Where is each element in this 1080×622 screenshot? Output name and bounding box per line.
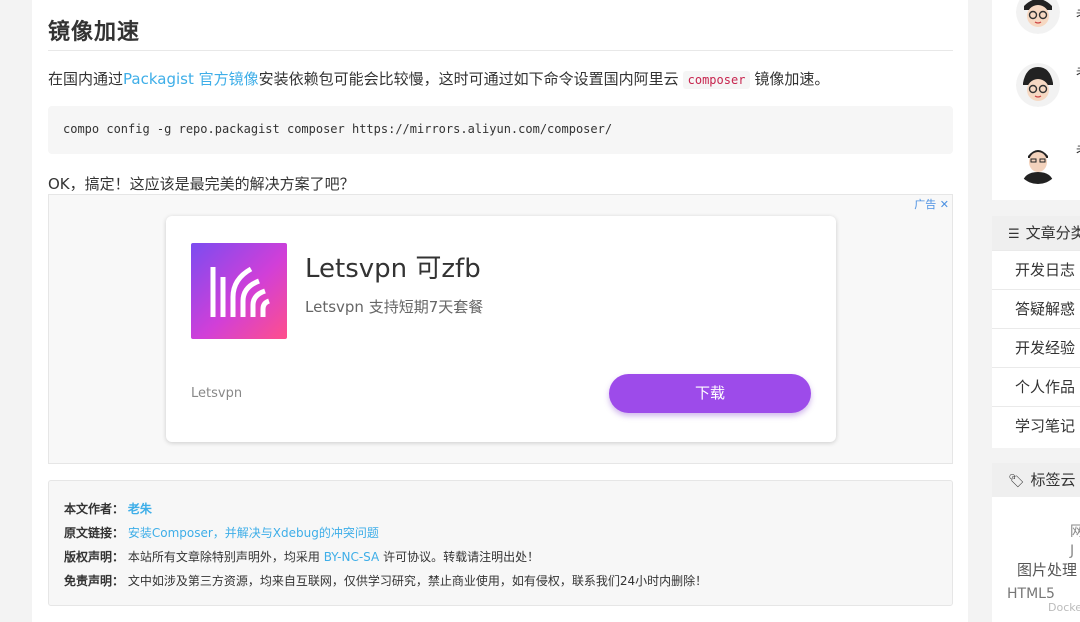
code-block: compo config -g repo.packagist composer … <box>48 106 953 154</box>
category-item[interactable]: 个人作品 <box>992 367 1080 406</box>
copyright-label: 版权声明： <box>64 550 125 564</box>
tag-item[interactable]: 图片处理 <box>1017 559 1077 580</box>
user-name: 老 <box>1076 62 1080 81</box>
list-icon: ☰ <box>1008 227 1020 242</box>
ad-label[interactable]: 广告 ✕ <box>914 196 949 212</box>
source-link-label: 原文链接： <box>64 526 125 540</box>
user-name: 老 <box>1076 4 1080 23</box>
source-link[interactable]: 安装Composer，并解决与Xdebug的冲突问题 <box>128 526 379 540</box>
ad-tag-text: 广告 <box>914 198 937 211</box>
author-label: 本文作者： <box>64 502 125 516</box>
categories-card: ☰ 文章分类 开发日志 答疑解惑 开发经验 个人作品 学习笔记 <box>992 216 1080 448</box>
avatar[interactable] <box>1016 140 1060 184</box>
tag-item[interactable]: J <box>1070 543 1074 559</box>
ad-title: Letsvpn 可zfb <box>305 254 481 284</box>
inline-code: composer <box>682 71 751 89</box>
section-heading: 镜像加速 <box>48 20 141 45</box>
code-line: compo config -g repo.packagist composer … <box>63 122 613 136</box>
intro-text-middle: 安装依赖包可能会比较慢，这时可通过如下命令设置国内阿里云 <box>258 70 679 88</box>
ad-card[interactable]: Letsvpn 可zfb Letsvpn 支持短期7天套餐 Letsvpn 下载 <box>166 216 836 442</box>
heading-divider <box>48 50 953 51</box>
letsvpn-logo-icon <box>191 243 287 339</box>
author-row: 本文作者： 老朱 <box>64 500 152 517</box>
category-item[interactable]: 学习笔记 <box>992 406 1080 445</box>
disclaimer-row: 免责声明： 文中如涉及第三方资源，均来自互联网，仅供学习研究，禁止商业使用，如有… <box>64 572 707 589</box>
tag-item[interactable]: Docker <box>1048 601 1080 614</box>
avatar[interactable] <box>1016 0 1060 34</box>
category-item[interactable]: 开发日志 <box>992 250 1080 289</box>
tag-item[interactable]: HTML5 <box>1007 586 1055 602</box>
copyright-text-before: 本站所有文章除特别声明外，均采用 <box>127 550 320 564</box>
ad-subtitle: Letsvpn 支持短期7天套餐 <box>305 298 484 316</box>
download-button[interactable]: 下载 <box>609 374 811 413</box>
ad-container: 广告 ✕ Letsvpn 可zfb Letsvpn 支持短期7天套餐 Letsv… <box>48 194 953 464</box>
packagist-mirror-link[interactable]: Packagist 官方镜像 <box>123 70 259 88</box>
intro-text-after: 镜像加速。 <box>754 70 830 88</box>
user-name: 老 <box>1076 140 1080 159</box>
categories-title: 文章分类 <box>1025 224 1080 242</box>
copyright-text-after: 许可协议。转载请注明出处！ <box>383 550 540 564</box>
recent-users-card: 老 老 老 <box>992 0 1080 200</box>
avatar[interactable] <box>1016 63 1060 107</box>
categories-header: ☰ 文章分类 <box>992 216 1080 250</box>
copyright-box: 本文作者： 老朱 原文链接： 安装Composer，并解决与Xdebug的冲突问… <box>48 480 953 606</box>
tag-item[interactable]: 网 <box>1070 521 1080 541</box>
intro-paragraph: 在国内通过Packagist 官方镜像安装依赖包可能会比较慢，这时可通过如下命令… <box>48 68 829 89</box>
sidebar: 老 老 老 ☰ 文章分类 <box>992 0 1080 622</box>
disclaimer-label: 免责声明： <box>64 574 125 588</box>
tag-cloud-header: 🏷 标签云 <box>992 463 1080 497</box>
category-item[interactable]: 开发经验 <box>992 328 1080 367</box>
tag-cloud-card: 🏷 标签云 网 J 图片处理 HTML5 Docker <box>992 463 1080 622</box>
tag-icon: 🏷 <box>1008 474 1025 489</box>
category-item[interactable]: 答疑解惑 <box>992 289 1080 328</box>
ad-close-icon[interactable]: ✕ <box>940 198 949 211</box>
tag-cloud-title: 标签云 <box>1030 471 1076 489</box>
disclaimer-text: 文中如涉及第三方资源，均来自互联网，仅供学习研究，禁止商业使用，如有侵权，联系我… <box>127 574 708 588</box>
intro-text-before: 在国内通过 <box>48 70 124 88</box>
conclusion-paragraph: OK，搞定！这应该是最完美的解决方案了吧？ <box>48 175 355 193</box>
source-link-row: 原文链接： 安装Composer，并解决与Xdebug的冲突问题 <box>64 524 379 541</box>
copyright-row: 版权声明： 本站所有文章除特别声明外，均采用 BY-NC-SA 许可协议。转载请… <box>64 548 539 565</box>
ad-brand: Letsvpn <box>191 386 243 401</box>
article-content: 镜像加速 在国内通过Packagist 官方镜像安装依赖包可能会比较慢，这时可通… <box>32 0 968 622</box>
license-link[interactable]: BY-NC-SA <box>324 550 380 564</box>
author-link[interactable]: 老朱 <box>128 502 152 516</box>
